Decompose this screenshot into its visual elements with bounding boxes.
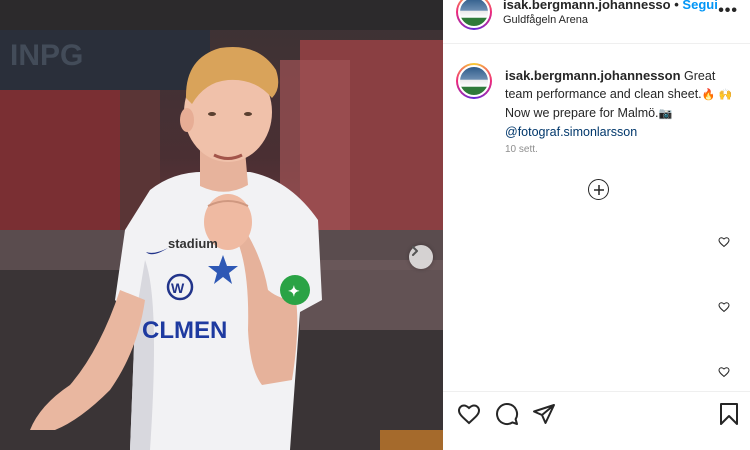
load-more-icon bbox=[593, 184, 604, 195]
save-icon[interactable] bbox=[718, 402, 740, 426]
header-username[interactable]: isak.bergmann.johannesso bbox=[503, 0, 671, 12]
header-separator: • bbox=[674, 0, 679, 12]
follow-button[interactable]: Segui bbox=[682, 0, 717, 12]
caption-text: isak.bergmann.johannesson Great team per… bbox=[505, 67, 741, 141]
more-icon[interactable]: ••• bbox=[718, 2, 738, 20]
comment-like-icon[interactable] bbox=[718, 366, 730, 378]
post-header: isak.bergmann.johannesso • Segui Guldfåg… bbox=[443, 0, 750, 44]
mention-link[interactable]: @fotograf.simonlarsson bbox=[505, 125, 637, 139]
svg-text:INPG: INPG bbox=[10, 39, 83, 72]
shirt-brand-text: stadium bbox=[168, 236, 218, 251]
comment-row bbox=[443, 234, 750, 254]
caption-username[interactable]: isak.bergmann.johannesson bbox=[505, 68, 681, 83]
next-icon bbox=[412, 246, 418, 256]
avatar[interactable] bbox=[456, 0, 492, 30]
comment-like-icon[interactable] bbox=[718, 236, 730, 248]
location-link[interactable]: Guldfågeln Arena bbox=[503, 14, 588, 26]
caption-line-2: Now we prepare for Malmö. bbox=[505, 106, 659, 120]
comment-row bbox=[443, 299, 750, 319]
like-icon[interactable] bbox=[457, 402, 481, 426]
fire-emoji: 🔥 bbox=[701, 88, 716, 101]
shirt-sponsor-text: CLMEN bbox=[142, 317, 227, 344]
post-photo[interactable]: INPG ✦ W stadium CLMEN bbox=[0, 0, 443, 450]
caption-timestamp: 10 sett. bbox=[505, 144, 538, 155]
share-icon[interactable] bbox=[532, 402, 556, 426]
svg-text:✦: ✦ bbox=[288, 283, 300, 299]
raised-hands-emoji: 🙌 bbox=[718, 88, 733, 101]
comment-icon[interactable] bbox=[495, 402, 519, 426]
comment-row bbox=[443, 364, 750, 384]
post-side-panel: isak.bergmann.johannesso • Segui Guldfåg… bbox=[443, 0, 750, 450]
caption-avatar[interactable] bbox=[456, 63, 492, 99]
svg-text:W: W bbox=[171, 280, 185, 296]
comment-like-icon[interactable] bbox=[718, 301, 730, 313]
action-bar bbox=[443, 391, 750, 450]
header-user-line: isak.bergmann.johannesso • Segui bbox=[503, 0, 718, 12]
load-more-comments-button[interactable] bbox=[588, 179, 609, 200]
camera-emoji: 📷 bbox=[658, 107, 673, 120]
photo-illustration: INPG ✦ W stadium CLMEN bbox=[0, 0, 443, 450]
next-photo-button[interactable] bbox=[409, 245, 433, 269]
